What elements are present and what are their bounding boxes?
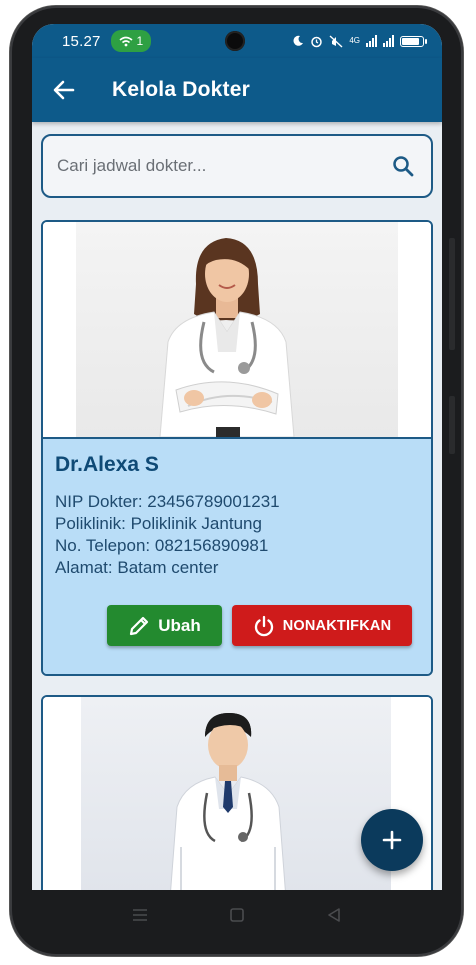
search-icon — [393, 156, 414, 177]
doctor-photo-female — [76, 222, 398, 437]
network-label: 4G — [349, 36, 360, 45]
battery-icon — [400, 35, 427, 47]
doctor-photo-illustration — [159, 238, 295, 437]
nav-home-button[interactable] — [222, 900, 252, 930]
add-doctor-button[interactable] — [361, 809, 423, 871]
status-time: 15.27 — [62, 32, 101, 50]
power-icon — [254, 615, 273, 636]
deactivate-button-label: NONAKTIFKAN — [282, 617, 392, 634]
doctor-photo-male — [81, 697, 391, 890]
page-title: Kelola Dokter — [112, 78, 250, 101]
doctor-name: Dr.Alexa S — [55, 453, 159, 476]
nav-back-button[interactable] — [319, 900, 349, 930]
volume-button — [449, 238, 455, 350]
home-square-icon — [230, 908, 244, 922]
signal-icon — [366, 35, 377, 47]
mute-icon — [329, 34, 343, 48]
wifi-badge: 1 — [110, 30, 152, 52]
deactivate-button[interactable]: NONAKTIFKAN — [232, 605, 412, 646]
search-box — [41, 134, 433, 198]
nav-menu-button[interactable] — [125, 900, 155, 930]
alarm-icon — [311, 36, 323, 47]
doctor-card: Dr.Alexa S NIP Dokter: 23456789001231 Po… — [41, 220, 433, 676]
doctor-photo — [43, 222, 431, 437]
doctor-info: Dr.Alexa S NIP Dokter: 23456789001231 Po… — [43, 437, 431, 674]
triangle-back-icon — [327, 908, 340, 922]
pencil-icon — [130, 616, 149, 635]
doctor-nip: NIP Dokter: 23456789001231 — [55, 492, 280, 511]
power-button — [449, 396, 455, 454]
doctor-phone: No. Telepon: 082156890981 — [55, 536, 269, 555]
signal-icon-2 — [383, 35, 394, 47]
doctor-photo-illustration-2 — [170, 713, 286, 890]
edit-button-label: Ubah — [158, 615, 201, 635]
doctor-address: Alamat: Batam center — [55, 558, 219, 577]
menu-icon — [133, 909, 148, 921]
search-button[interactable] — [389, 152, 417, 180]
arrow-left-icon — [53, 80, 75, 100]
edit-button[interactable]: Ubah — [107, 605, 222, 646]
status-bar: 15.27 1 4G — [32, 24, 442, 58]
wifi-icon — [119, 36, 133, 46]
doctor-actions: Ubah NONAKTIFKAN — [55, 605, 419, 646]
plus-icon — [382, 830, 402, 850]
status-icons: 4G — [292, 34, 427, 48]
system-nav-bar — [32, 890, 442, 940]
app-screen: 15.27 1 4G Kelola Dokter Cari jadwal dok… — [32, 24, 442, 890]
back-button[interactable] — [50, 76, 78, 104]
app-bar: Kelola Dokter — [32, 58, 442, 122]
front-camera — [225, 31, 245, 51]
search-input[interactable] — [57, 156, 389, 176]
wifi-badge-count: 1 — [136, 34, 144, 48]
moon-icon — [293, 35, 304, 46]
doctor-poliklinik: Poliklinik: Poliklinik Jantung — [55, 514, 262, 533]
